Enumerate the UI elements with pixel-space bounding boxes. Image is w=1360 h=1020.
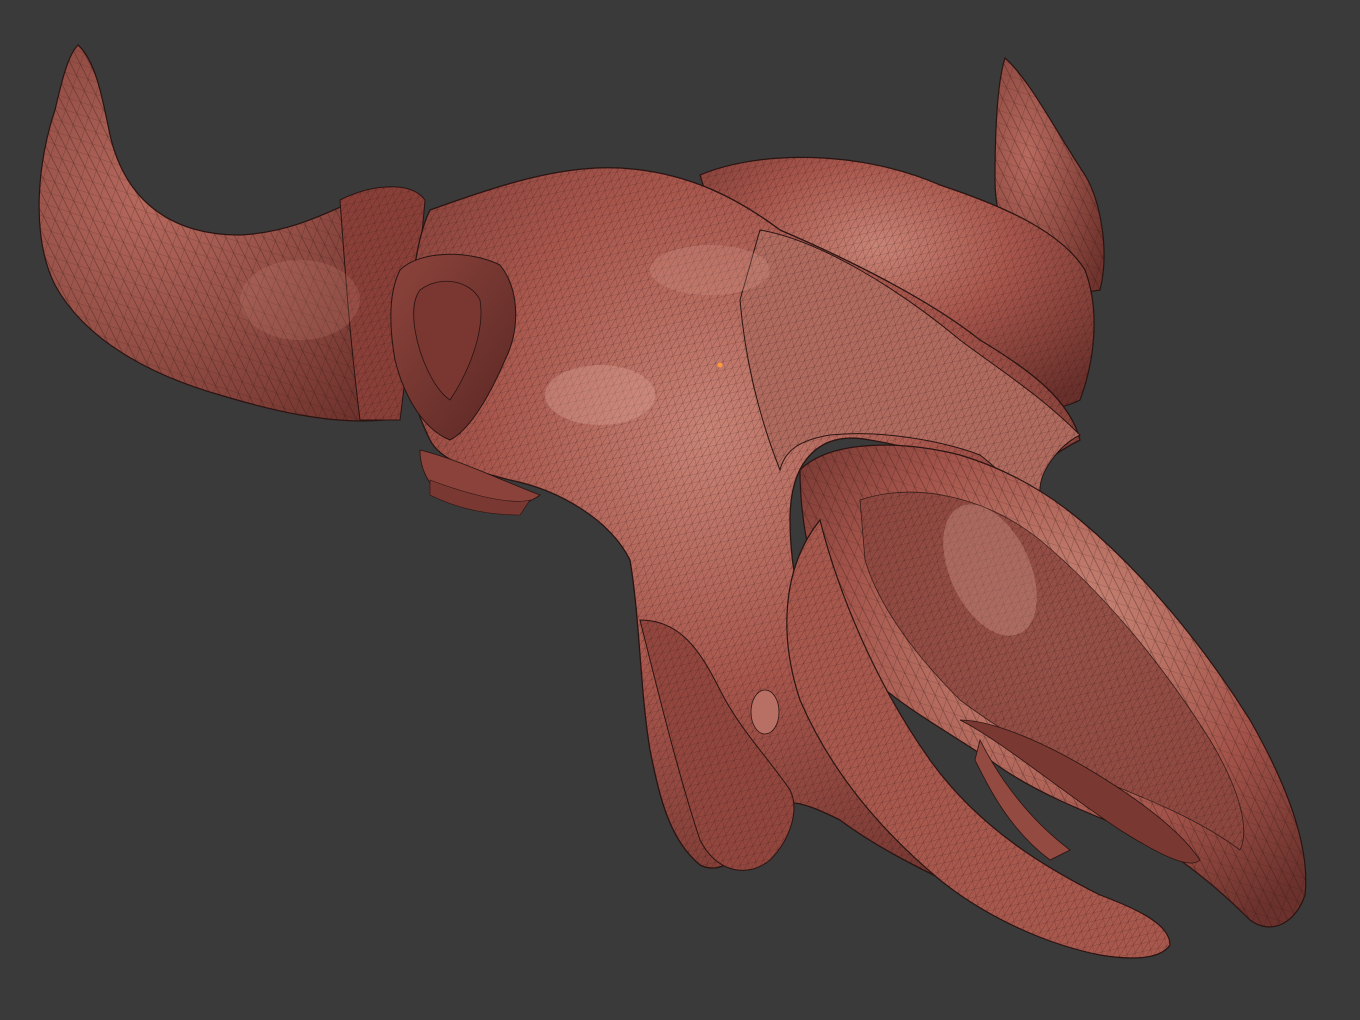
left-horn <box>38 44 426 422</box>
skull-render <box>38 44 1307 959</box>
vertex-marker <box>717 362 723 368</box>
3d-viewport[interactable] <box>0 0 1360 1020</box>
